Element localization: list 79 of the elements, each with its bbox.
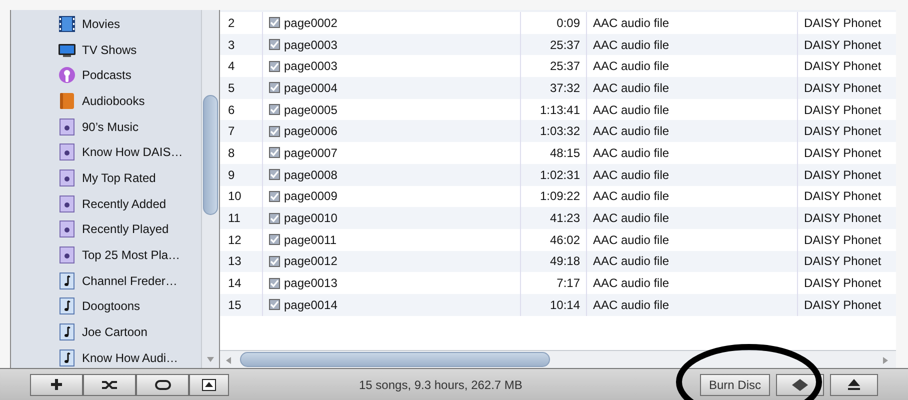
track-number: 5 [227, 80, 236, 97]
checkbox[interactable] [269, 39, 280, 50]
checkbox[interactable] [269, 212, 280, 224]
music-note-document-icon [58, 272, 76, 290]
scrollbar[interactable] [201, 10, 219, 368]
checkbox[interactable] [269, 60, 280, 72]
burn-disc-button[interactable]: Burn Disc [700, 374, 770, 396]
book-icon [58, 92, 76, 110]
checkbox[interactable] [269, 147, 280, 158]
track-number: 14 [227, 275, 242, 292]
checkbox[interactable] [269, 126, 280, 137]
checkbox[interactable] [269, 190, 280, 202]
checkbox[interactable] [269, 82, 280, 94]
song-name: page0013 [284, 275, 338, 292]
song-name: page0006 [284, 123, 338, 140]
song-name: page0012 [284, 253, 338, 270]
sidebar-item[interactable]: Podcasts [11, 62, 201, 88]
triangle-up-icon [202, 378, 216, 390]
track-number: 3 [227, 36, 236, 54]
sidebar-item[interactable]: My Top Rated [11, 165, 201, 191]
track-number: 13 [227, 253, 242, 270]
repeat-button[interactable] [136, 374, 189, 396]
song-name: page0009 [284, 188, 338, 206]
sidebar-item[interactable]: 90’s Music [11, 114, 201, 140]
track-number: 15 [227, 296, 242, 314]
track-number: 4 [227, 58, 236, 76]
sidebar-item[interactable]: Top 25 Most Pla… [11, 242, 201, 268]
song-name: page0014 [284, 296, 338, 314]
sidebar-item[interactable]: Recently Played [11, 216, 201, 242]
checkbox[interactable] [269, 278, 280, 289]
film-icon [58, 14, 76, 33]
sidebar-item[interactable]: TV Shows [11, 36, 201, 62]
sidebar-item[interactable]: Doogtoons [11, 294, 201, 320]
checkbox[interactable] [269, 17, 280, 28]
song-name: page0011 [284, 232, 336, 249]
song-artist: DAISY Phonet [797, 294, 896, 316]
song-name: page0004 [284, 80, 338, 97]
track-number: 8 [227, 144, 236, 162]
sidebar-item[interactable]: Know How Audi… [11, 344, 201, 368]
track-number: 6 [227, 102, 236, 119]
song-name: page0010 [284, 210, 338, 228]
sidebar-item[interactable]: Movies [11, 11, 201, 37]
sidebar-item[interactable]: Recently Added [11, 190, 201, 216]
track-number: 11 [227, 210, 242, 228]
checkbox[interactable] [269, 299, 280, 310]
song-name: page0003 [284, 36, 338, 54]
add-button[interactable] [30, 374, 83, 396]
sidebar-item[interactable]: Know How DAIS… [11, 139, 201, 166]
status-text: 15 songs, 9.3 hours, 262.7 MB [359, 376, 522, 394]
track-number: 2 [227, 14, 236, 32]
track-number: 9 [227, 166, 236, 184]
song-kind: AAC audio file [586, 294, 797, 316]
song-name: page0005 [284, 102, 338, 119]
sidebar-item[interactable]: Audiobooks [11, 88, 201, 114]
song-name: page0003 [284, 58, 338, 76]
checkbox[interactable] [269, 104, 280, 116]
eject-button[interactable] [830, 374, 878, 396]
track-number: 12 [227, 232, 242, 249]
track-number: 10 [227, 188, 242, 206]
shuffle-icon [100, 378, 118, 390]
checkbox[interactable] [269, 234, 280, 246]
music-note-document-icon [58, 297, 76, 316]
song-time: 10:14 [520, 294, 586, 316]
song-name: page0007 [284, 144, 338, 162]
song-name: page0008 [284, 166, 338, 184]
eject-icon [847, 378, 861, 390]
music-note-document-icon [58, 348, 76, 367]
shuffle-button[interactable] [83, 374, 136, 396]
checkbox[interactable] [269, 256, 280, 267]
checkbox[interactable] [269, 169, 280, 180]
artwork-button[interactable] [189, 374, 229, 396]
music-note-document-icon [58, 323, 76, 342]
repeat-icon [154, 378, 172, 390]
track-number: 7 [227, 123, 236, 140]
sidebar-item[interactable]: Joe Cartoon [11, 319, 201, 345]
song-name: page0002 [284, 14, 338, 32]
diamond-icon [792, 378, 808, 390]
sidebar-item[interactable]: Channel Freder… [11, 268, 201, 294]
plus-icon [50, 378, 63, 391]
